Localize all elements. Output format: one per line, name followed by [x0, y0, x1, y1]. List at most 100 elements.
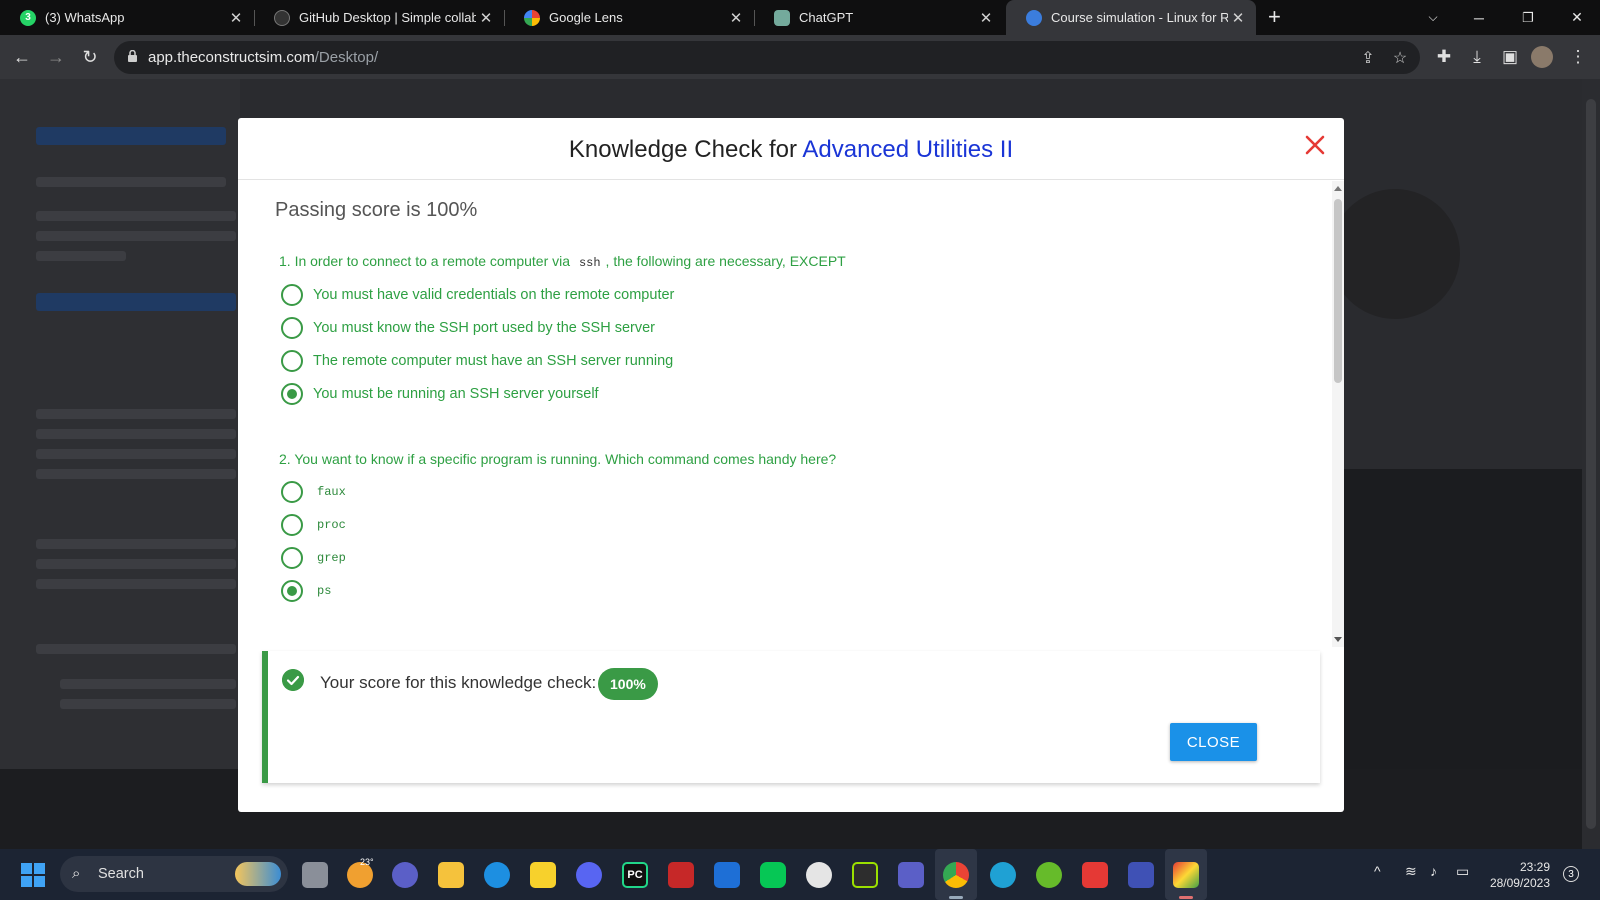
url-path: /Desktop/ — [314, 49, 379, 66]
tray-chevron-up-icon[interactable]: ^ — [1374, 863, 1381, 879]
q1-option-3[interactable]: The remote computer must have an SSH ser… — [281, 349, 673, 373]
app-face-icon[interactable] — [806, 862, 832, 888]
tab-github-desktop[interactable]: GitHub Desktop | Simple collabo ✕ — [254, 0, 504, 35]
windows-start-icon[interactable] — [21, 863, 45, 887]
battery-icon[interactable]: ▭ — [1456, 863, 1469, 880]
q1-option-4[interactable]: You must be running an SSH server yourse… — [281, 382, 599, 406]
chatgpt-icon — [774, 9, 790, 26]
knowledge-check-modal: Knowledge Check for Advanced Utilities I… — [238, 118, 1344, 812]
app-blue-icon[interactable] — [714, 862, 740, 888]
close-icon[interactable] — [1302, 132, 1328, 158]
teams-chat-icon[interactable] — [392, 862, 418, 888]
chrome-icon[interactable] — [943, 862, 969, 888]
q2-option-3[interactable]: grep — [281, 546, 346, 570]
modal-scrollbar[interactable] — [1332, 181, 1344, 647]
app-chip-icon[interactable] — [852, 862, 878, 888]
backdrop-block — [36, 579, 236, 589]
restore-icon[interactable]: ❐ — [1505, 0, 1551, 35]
new-tab-icon[interactable]: + — [1268, 6, 1281, 28]
modal-body: Passing score is 100% 1. In order to con… — [238, 181, 1332, 647]
q1-option-2[interactable]: You must know the SSH port used by the S… — [281, 316, 655, 340]
mendeley-icon[interactable] — [1082, 862, 1108, 888]
radio-button[interactable] — [281, 481, 303, 503]
tab-title: Course simulation - Linux for Ro — [1051, 10, 1228, 25]
browser-menu-icon[interactable]: ⋮ — [1566, 45, 1590, 69]
taskbar-search[interactable]: ⌕ Search — [60, 856, 288, 892]
backdrop-block — [36, 211, 236, 221]
pycharm-icon[interactable]: PC — [622, 862, 648, 888]
radio-button-selected[interactable] — [281, 383, 303, 405]
teams-icon[interactable] — [898, 862, 924, 888]
close-window-icon[interactable]: ✕ — [1554, 0, 1600, 35]
search-icon: ⌕ — [72, 865, 81, 882]
score-text: Your score for this knowledge check: — [320, 673, 597, 692]
backdrop-block — [36, 539, 236, 549]
tab-google-lens[interactable]: Google Lens ✕ — [504, 0, 754, 35]
notification-badge[interactable]: 3 — [1563, 866, 1579, 882]
tab-close-icon[interactable]: ✕ — [726, 9, 746, 27]
edge-icon[interactable] — [484, 862, 510, 888]
radio-button-selected[interactable] — [281, 580, 303, 602]
volume-icon[interactable]: ♪ — [1430, 863, 1437, 879]
radio-button[interactable] — [281, 284, 303, 306]
close-button[interactable]: CLOSE — [1170, 723, 1257, 761]
browser-tab-bar: 3 (3) WhatsApp ✕ GitHub Desktop | Simple… — [0, 0, 1600, 35]
app-slash-icon[interactable] — [1128, 862, 1154, 888]
line-icon[interactable] — [760, 862, 786, 888]
task-view-icon[interactable] — [302, 862, 328, 888]
bookmark-star-icon[interactable]: ☆ — [1390, 48, 1410, 68]
scroll-up-arrow-icon[interactable] — [1334, 186, 1342, 191]
side-panel-icon[interactable]: ▣ — [1498, 45, 1522, 69]
modal-scrollbar-thumb[interactable] — [1334, 199, 1342, 383]
radio-button[interactable] — [281, 514, 303, 536]
tab-close-icon[interactable]: ✕ — [1228, 9, 1248, 27]
check-circle-icon — [282, 669, 304, 691]
radio-button[interactable] — [281, 350, 303, 372]
tab-search-chevron-icon[interactable]: ⌵ — [1410, 0, 1456, 35]
q2-option-2[interactable]: proc — [281, 513, 346, 537]
minimize-icon[interactable]: ─ — [1456, 0, 1502, 35]
tab-course-simulation[interactable]: Course simulation - Linux for Ro ✕ — [1006, 0, 1256, 35]
backdrop-block — [60, 699, 236, 709]
q1-option-1[interactable]: You must have valid credentials on the r… — [281, 283, 674, 307]
address-bar[interactable]: app.theconstructsim.com/Desktop/ ⇪ ☆ — [114, 41, 1420, 74]
download-icon[interactable]: ⤓ — [1465, 45, 1489, 69]
q2-option-4[interactable]: ps — [281, 579, 331, 603]
radio-button[interactable] — [281, 547, 303, 569]
backdrop-block — [60, 679, 236, 689]
file-explorer-icon[interactable] — [438, 862, 464, 888]
tab-close-icon[interactable]: ✕ — [976, 9, 996, 27]
wifi-icon[interactable]: ≋ — [1405, 863, 1417, 880]
app-multicolor-icon[interactable] — [1173, 862, 1199, 888]
backdrop-block — [36, 469, 236, 479]
scroll-down-arrow-icon[interactable] — [1334, 637, 1342, 642]
lock-icon — [128, 50, 137, 62]
tab-chatgpt[interactable]: ChatGPT ✕ — [754, 0, 1004, 35]
q2-option-1[interactable]: faux — [281, 480, 346, 504]
app-red-icon[interactable] — [668, 862, 694, 888]
back-arrow-icon[interactable]: ← — [10, 45, 34, 69]
page-scrollbar[interactable] — [1582, 79, 1600, 849]
app-active-indicator — [1179, 896, 1193, 899]
forward-arrow-icon[interactable]: → — [44, 45, 68, 69]
reload-icon[interactable]: ↻ — [78, 45, 102, 69]
share-icon[interactable]: ⇪ — [1358, 48, 1378, 68]
modal-title-prefix: Knowledge Check for — [568, 136, 803, 163]
backdrop-block — [36, 559, 236, 569]
qgis-icon[interactable] — [1036, 862, 1062, 888]
option-label: You must know the SSH port used by the S… — [313, 320, 655, 336]
option-label: ps — [317, 584, 332, 598]
tab-whatsapp[interactable]: 3 (3) WhatsApp ✕ — [0, 0, 254, 35]
taskbar-clock[interactable]: 23:29 28/09/2023 — [1478, 859, 1550, 891]
app-circle-icon[interactable] — [990, 862, 1016, 888]
tab-close-icon[interactable]: ✕ — [476, 9, 496, 27]
sticky-notes-icon[interactable] — [530, 862, 556, 888]
discord-icon[interactable] — [576, 862, 602, 888]
profile-avatar[interactable] — [1531, 46, 1553, 68]
extensions-puzzle-icon[interactable]: ✚ — [1432, 45, 1456, 69]
radio-button[interactable] — [281, 317, 303, 339]
page-scrollbar-thumb[interactable] — [1586, 99, 1596, 829]
tab-close-icon[interactable]: ✕ — [226, 9, 246, 27]
backdrop-block — [36, 231, 236, 241]
backdrop-block — [36, 409, 236, 419]
